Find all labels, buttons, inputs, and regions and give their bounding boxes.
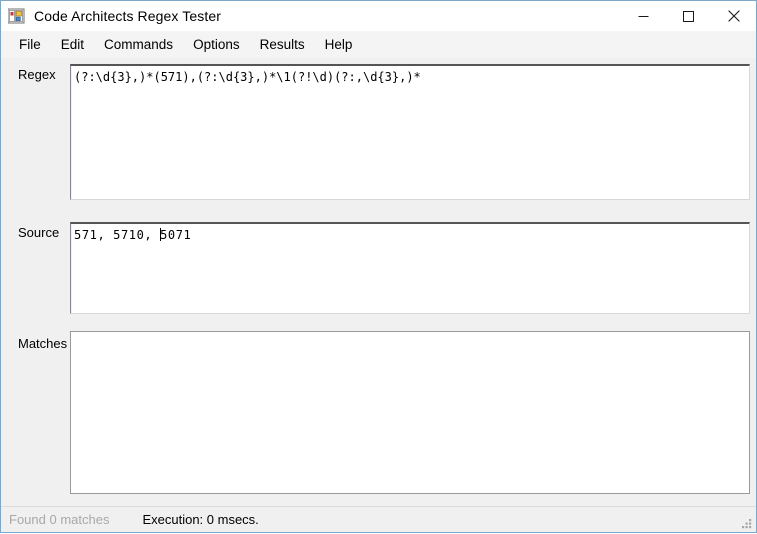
menu-item-file[interactable]: File bbox=[9, 33, 51, 57]
status-match-count: Found 0 matches bbox=[9, 512, 110, 527]
application-form-icon bbox=[7, 8, 25, 24]
window-title: Code Architects Regex Tester bbox=[34, 8, 221, 24]
source-text-before-caret: 571, 5710, bbox=[74, 228, 161, 242]
matches-label: Matches bbox=[18, 336, 68, 351]
regex-input-value: (?:\d{3},)*(571),(?:\d{3},)*\1(?!\d)(?:,… bbox=[74, 70, 421, 84]
menu-bar: File Edit Commands Options Results Help bbox=[1, 31, 756, 58]
menu-item-options[interactable]: Options bbox=[183, 33, 250, 57]
application-window: Code Architects Regex Tester File Edit C… bbox=[0, 0, 757, 533]
source-input[interactable]: 571, 5710, 5071 bbox=[70, 222, 750, 314]
menu-item-help[interactable]: Help bbox=[315, 33, 363, 57]
source-input-value: 571, 5710, 5071 bbox=[74, 228, 191, 243]
status-execution-time: Execution: 0 msecs. bbox=[142, 512, 259, 527]
matches-output[interactable] bbox=[70, 331, 750, 494]
regex-input[interactable]: (?:\d{3},)*(571),(?:\d{3},)*\1(?!\d)(?:,… bbox=[70, 64, 750, 200]
menu-item-commands[interactable]: Commands bbox=[94, 33, 183, 57]
maximize-button[interactable] bbox=[666, 1, 711, 31]
window-controls bbox=[621, 1, 756, 31]
regex-label: Regex bbox=[18, 67, 56, 82]
title-bar[interactable]: Code Architects Regex Tester bbox=[1, 0, 756, 31]
resize-grip[interactable] bbox=[740, 516, 753, 529]
close-button[interactable] bbox=[711, 1, 756, 31]
minimize-button[interactable] bbox=[621, 1, 666, 31]
menu-item-edit[interactable]: Edit bbox=[51, 33, 94, 57]
source-text-after-caret: 5071 bbox=[160, 228, 192, 242]
client-area: Regex (?:\d{3},)*(571),(?:\d{3},)*\1(?!\… bbox=[1, 58, 756, 506]
menu-item-results[interactable]: Results bbox=[250, 33, 315, 57]
status-bar: Found 0 matches Execution: 0 msecs. bbox=[1, 506, 756, 532]
source-label: Source bbox=[18, 225, 60, 240]
